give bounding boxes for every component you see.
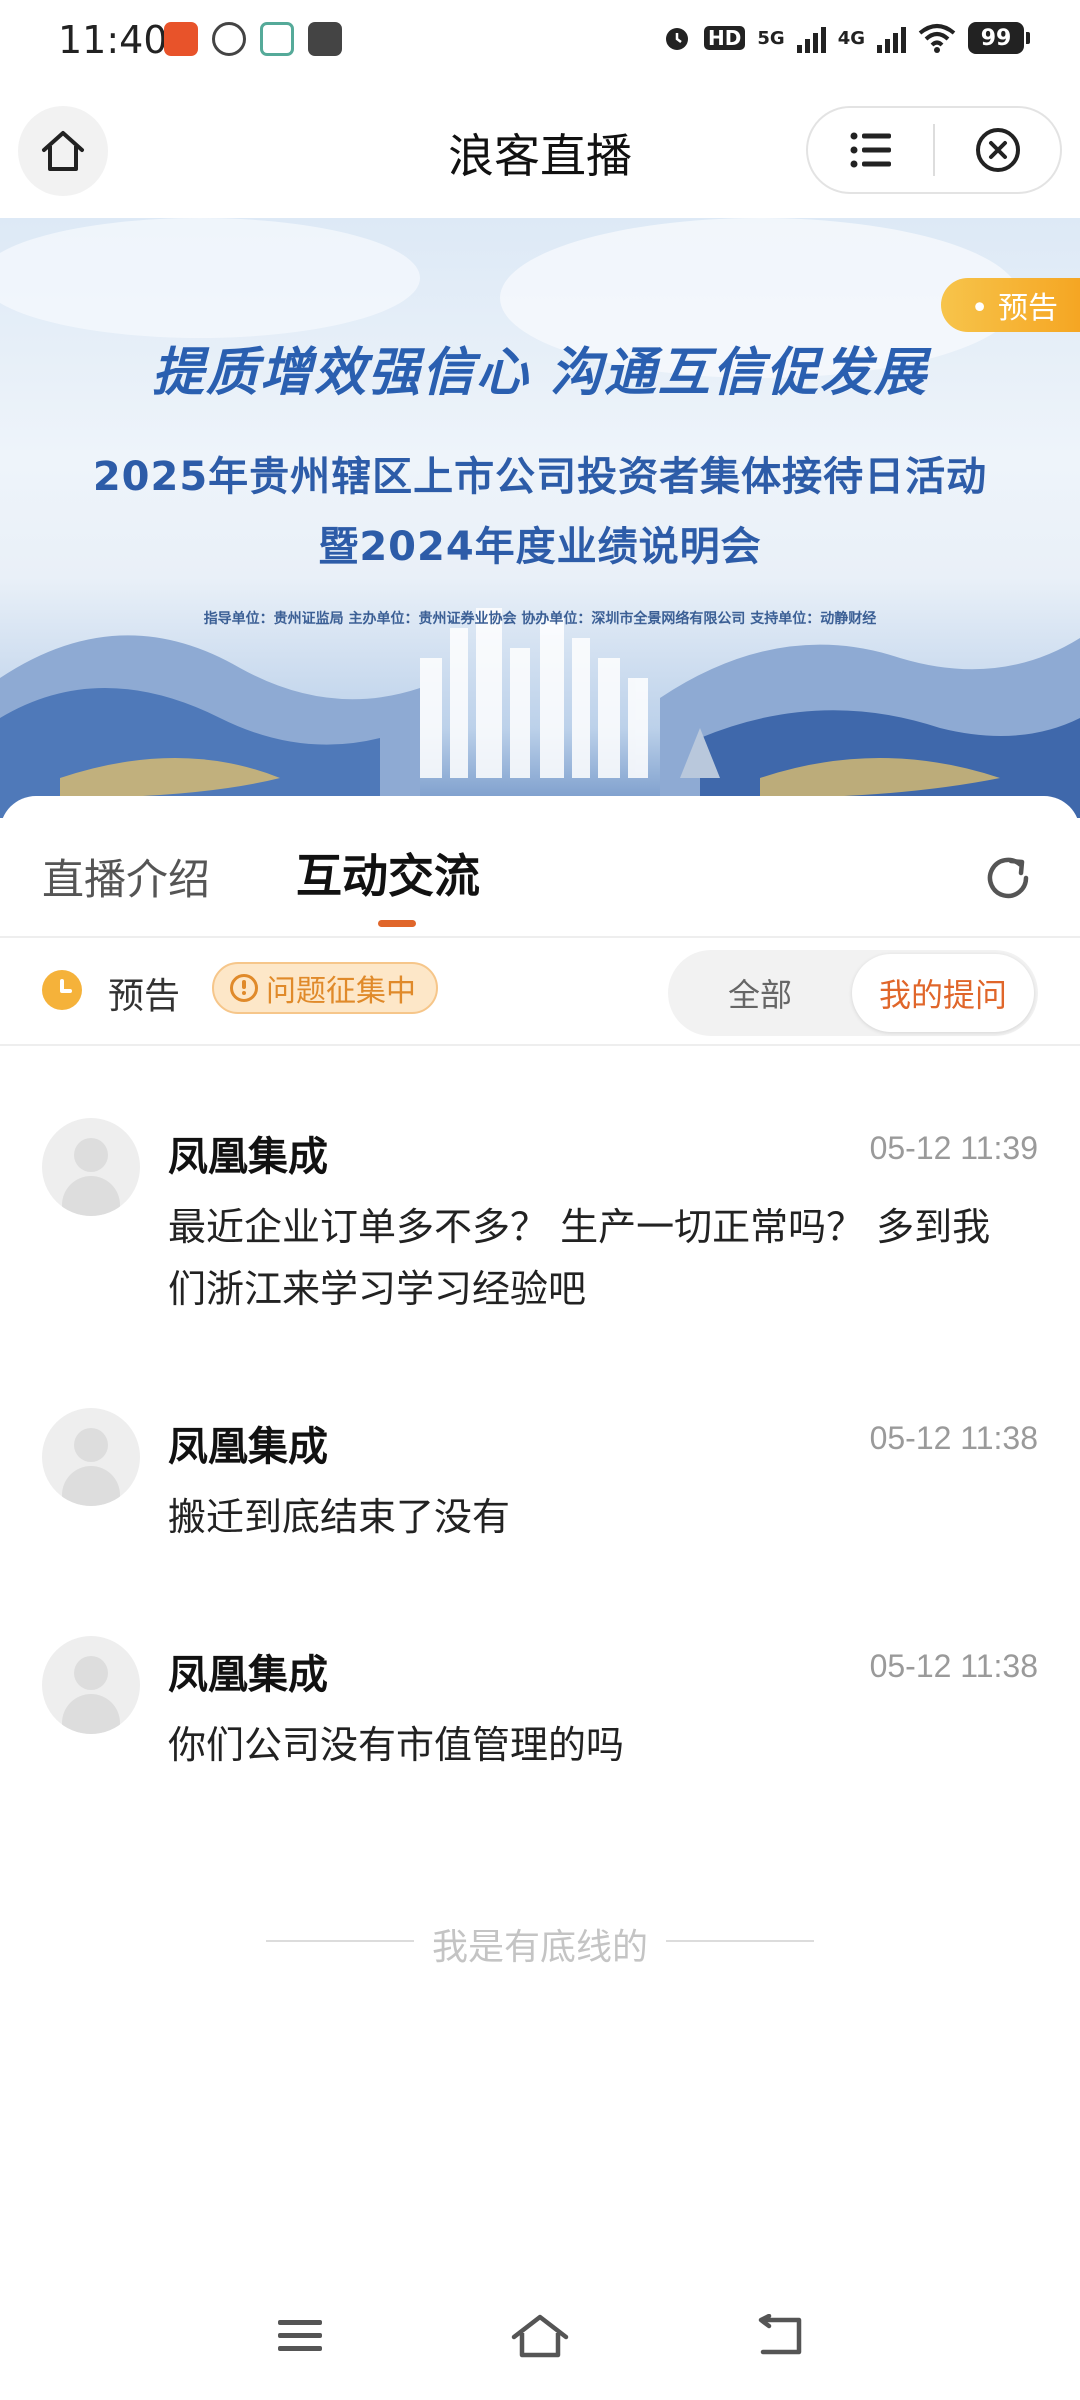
end-divider-right (666, 1940, 814, 1942)
message-time: 05-12 11:39 (869, 1130, 1038, 1166)
close-button[interactable] (935, 108, 1060, 192)
question-collecting-badge: 问题征集中 (212, 962, 438, 1014)
message-time: 05-12 11:38 (869, 1648, 1038, 1684)
menu-button[interactable] (808, 108, 933, 192)
signal-4g-icon (877, 23, 906, 53)
end-of-list-indicator: 我是有底线的 (0, 1910, 1080, 1970)
battery-icon: 99 (968, 22, 1030, 54)
map-notification-icon (260, 22, 294, 56)
refresh-button[interactable] (980, 850, 1036, 906)
refresh-icon (987, 857, 1029, 899)
message-time: 05-12 11:38 (869, 1420, 1038, 1456)
recent-apps-button[interactable] (268, 2304, 332, 2368)
tab-bar: 直播介绍 互动交流 (0, 796, 1080, 938)
alarm-icon (666, 28, 689, 50)
end-of-list-text: 我是有底线的 (431, 1927, 648, 1968)
play-notification-icon (308, 22, 342, 56)
banner-slogan: 提质增效强信心 沟通互信促发展 (151, 342, 929, 403)
title-bar: 浪客直播 (0, 96, 1080, 208)
live-banner[interactable]: • 预告 提质增效强信心 沟通互信促发展 2025年贵州辖区上市公司投资者集体接… (0, 218, 1080, 818)
active-tab-indicator (378, 920, 416, 927)
mini-program-capsule (806, 106, 1062, 194)
content-panel: 直播介绍 互动交流 预告 问题征集中 全部 我的提问 凤凰集成 05-12 11… (0, 796, 1080, 2400)
question-filter-toggle: 全部 我的提问 (668, 950, 1038, 1036)
message-author: 凤凰集成 (168, 1652, 328, 1698)
banner-credits: 指导单位：贵州证监局 主办单位：贵州证券业协会 协办单位：深圳市全景网络有限公司… (203, 611, 877, 627)
avatar (42, 1408, 140, 1506)
system-home-button[interactable] (508, 2304, 572, 2368)
tab-interact[interactable]: 互动交流 (296, 840, 480, 906)
live-status-text: 预告 (108, 976, 181, 1017)
menu-icon (278, 2320, 322, 2351)
message-text: 最近企业订单多不多？ 生产一切正常吗？ 多到我们浙江来学习学习经验吧 (168, 1205, 991, 1311)
alert-icon (230, 974, 258, 1002)
message-text: 搬迁到底结束了没有 (168, 1495, 511, 1539)
banner-event-subtitle: 暨2024年度业绩说明会 (318, 524, 762, 570)
message-text: 你们公司没有市值管理的吗 (168, 1723, 625, 1767)
status-bar: 11:40 HD 5G 4G 99 (0, 0, 1080, 84)
signal-5g-icon (796, 23, 826, 53)
clock-icon (42, 970, 82, 1010)
close-circle-icon (975, 128, 1020, 172)
signal-4g-label: 4G (837, 27, 865, 49)
tab-intro[interactable]: 直播介绍 (42, 846, 210, 907)
app-notification-icon (164, 22, 198, 56)
list-menu-icon (850, 132, 891, 168)
banner-event-title: 2025年贵州辖区上市公司投资者集体接待日活动 (92, 454, 988, 500)
avatar (42, 1636, 140, 1734)
message-author: 凤凰集成 (168, 1134, 328, 1180)
message-author: 凤凰集成 (168, 1424, 328, 1470)
filter-mine-button[interactable]: 我的提问 (852, 954, 1034, 1032)
status-time: 11:40 (58, 18, 168, 62)
wifi-icon (918, 24, 956, 53)
notification-icons (164, 22, 342, 56)
back-button[interactable] (748, 2304, 812, 2368)
back-icon (758, 2314, 802, 2355)
system-status-icons: HD 5G 4G 99 (662, 22, 1030, 54)
hd-icon: HD (704, 26, 746, 50)
question-collecting-label: 问题征集中 (266, 974, 416, 1009)
filter-row: 预告 问题征集中 全部 我的提问 (0, 940, 1080, 1046)
filter-all-button[interactable]: 全部 (668, 950, 852, 1036)
signal-5g-label: 5G (757, 27, 785, 49)
home-outline-icon (511, 2314, 569, 2358)
avatar (42, 1118, 140, 1216)
system-navigation-bar (0, 2290, 1080, 2380)
leaf-notification-icon (212, 22, 246, 56)
preview-tag: • 预告 (940, 278, 1080, 332)
